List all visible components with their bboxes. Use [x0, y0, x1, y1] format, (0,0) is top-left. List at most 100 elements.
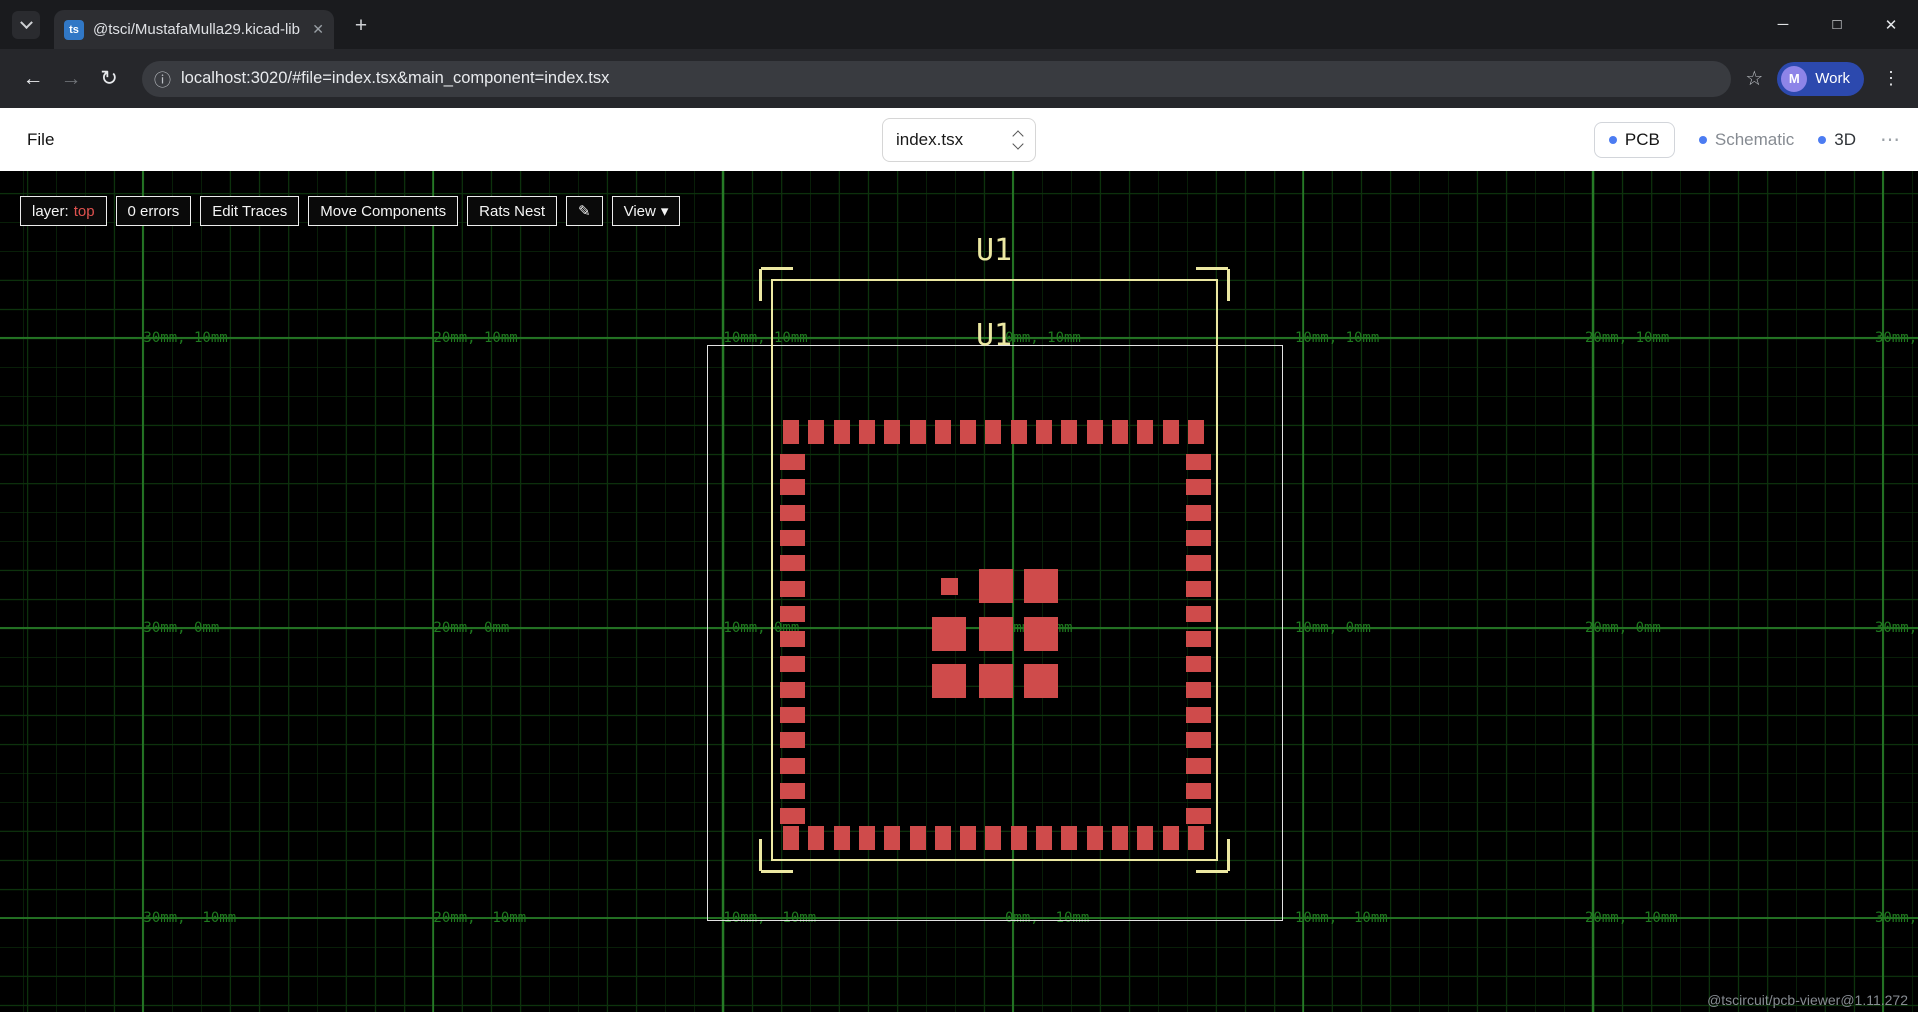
- browser-tab[interactable]: ts @tsci/MustafaMulla29.kicad-lib ✕: [54, 10, 334, 49]
- pad[interactable]: [1137, 420, 1153, 444]
- pad[interactable]: [1036, 420, 1052, 444]
- view-toggle-schematic[interactable]: Schematic: [1699, 130, 1794, 150]
- pad[interactable]: [884, 826, 900, 850]
- pad[interactable]: [1011, 420, 1027, 444]
- browser-menu-icon[interactable]: ⋮: [1878, 68, 1904, 89]
- pad[interactable]: [979, 617, 1013, 651]
- pad[interactable]: [834, 826, 850, 850]
- pad[interactable]: [1186, 555, 1211, 571]
- new-tab-button[interactable]: +: [348, 13, 374, 39]
- maximize-button[interactable]: □: [1810, 0, 1864, 49]
- pad[interactable]: [910, 826, 926, 850]
- pad[interactable]: [985, 420, 1001, 444]
- pad[interactable]: [780, 783, 805, 799]
- pad[interactable]: [935, 826, 951, 850]
- pad[interactable]: [1163, 826, 1179, 850]
- url-bar[interactable]: ⓘ: [142, 61, 1731, 97]
- pad[interactable]: [1186, 631, 1211, 647]
- pad[interactable]: [979, 664, 1013, 698]
- pad[interactable]: [1061, 420, 1077, 444]
- pad[interactable]: [1024, 569, 1058, 603]
- pad[interactable]: [1011, 826, 1027, 850]
- pad[interactable]: [1163, 420, 1179, 444]
- component-select[interactable]: index.tsx: [882, 118, 1036, 162]
- pad[interactable]: [780, 555, 805, 571]
- pad[interactable]: [1137, 826, 1153, 850]
- pad[interactable]: [1036, 826, 1052, 850]
- edit-traces-button[interactable]: Edit Traces: [200, 196, 299, 226]
- bookmark-star-icon[interactable]: ☆: [1745, 66, 1763, 91]
- pad[interactable]: [780, 530, 805, 546]
- rats-nest-button[interactable]: Rats Nest: [467, 196, 557, 226]
- pad[interactable]: [780, 631, 805, 647]
- pad[interactable]: [1186, 783, 1211, 799]
- page-info-icon[interactable]: ⓘ: [154, 66, 171, 91]
- layer-button[interactable]: layer: top: [20, 196, 107, 226]
- pad[interactable]: [1024, 617, 1058, 651]
- pad[interactable]: [985, 826, 1001, 850]
- pad[interactable]: [1186, 758, 1211, 774]
- pad[interactable]: [1186, 808, 1211, 824]
- pad[interactable]: [780, 656, 805, 672]
- pad[interactable]: [1186, 656, 1211, 672]
- pad[interactable]: [1186, 732, 1211, 748]
- more-options-icon[interactable]: ⋯: [1880, 127, 1900, 152]
- pad[interactable]: [1024, 664, 1058, 698]
- back-button[interactable]: ←: [14, 60, 52, 98]
- pad[interactable]: [1112, 826, 1128, 850]
- pad[interactable]: [780, 707, 805, 723]
- pad[interactable]: [1186, 505, 1211, 521]
- pad[interactable]: [783, 420, 799, 444]
- pad[interactable]: [808, 420, 824, 444]
- move-components-button[interactable]: Move Components: [308, 196, 458, 226]
- forward-button[interactable]: →: [52, 60, 90, 98]
- errors-button[interactable]: 0 errors: [116, 196, 192, 226]
- view-toggle-pcb[interactable]: PCB: [1594, 122, 1675, 158]
- minimize-button[interactable]: ─: [1756, 0, 1810, 49]
- pad[interactable]: [979, 569, 1013, 603]
- pad[interactable]: [1186, 682, 1211, 698]
- pad[interactable]: [1087, 826, 1103, 850]
- pad[interactable]: [859, 420, 875, 444]
- pad[interactable]: [780, 479, 805, 495]
- pad[interactable]: [859, 826, 875, 850]
- pad[interactable]: [1186, 530, 1211, 546]
- pad[interactable]: [910, 420, 926, 444]
- pad[interactable]: [1188, 420, 1204, 444]
- pad[interactable]: [1186, 707, 1211, 723]
- pad[interactable]: [780, 682, 805, 698]
- tab-search-button[interactable]: [12, 11, 40, 39]
- pad[interactable]: [1186, 479, 1211, 495]
- pad[interactable]: [783, 826, 799, 850]
- pad[interactable]: [932, 617, 966, 651]
- pad[interactable]: [1186, 454, 1211, 470]
- reload-button[interactable]: ↻: [90, 60, 128, 98]
- view-toggle-3d[interactable]: 3D: [1818, 130, 1856, 150]
- close-tab-icon[interactable]: ✕: [312, 21, 324, 38]
- pad[interactable]: [780, 581, 805, 597]
- pad[interactable]: [935, 420, 951, 444]
- pcb-canvas[interactable]: -30mm, 10mm-20mm, 10mm-10mm, 10mm0mm, 10…: [0, 171, 1918, 1012]
- pad[interactable]: [1112, 420, 1128, 444]
- pad[interactable]: [808, 826, 824, 850]
- profile-chip[interactable]: M Work: [1777, 62, 1864, 96]
- pad[interactable]: [780, 505, 805, 521]
- pad[interactable]: [1186, 581, 1211, 597]
- pad[interactable]: [780, 758, 805, 774]
- pad[interactable]: [780, 454, 805, 470]
- pad[interactable]: [834, 420, 850, 444]
- pad[interactable]: [1186, 606, 1211, 622]
- pad[interactable]: [780, 732, 805, 748]
- pad[interactable]: [960, 826, 976, 850]
- url-input[interactable]: [181, 69, 1715, 88]
- pad[interactable]: [1087, 420, 1103, 444]
- pad[interactable]: [960, 420, 976, 444]
- pad[interactable]: [1061, 826, 1077, 850]
- close-window-button[interactable]: ✕: [1864, 0, 1918, 49]
- pad[interactable]: [780, 606, 805, 622]
- pad[interactable]: [1188, 826, 1204, 850]
- file-menu[interactable]: File: [27, 130, 54, 150]
- view-menu-button[interactable]: View ▾: [612, 196, 681, 226]
- pad[interactable]: [941, 578, 958, 595]
- pad[interactable]: [884, 420, 900, 444]
